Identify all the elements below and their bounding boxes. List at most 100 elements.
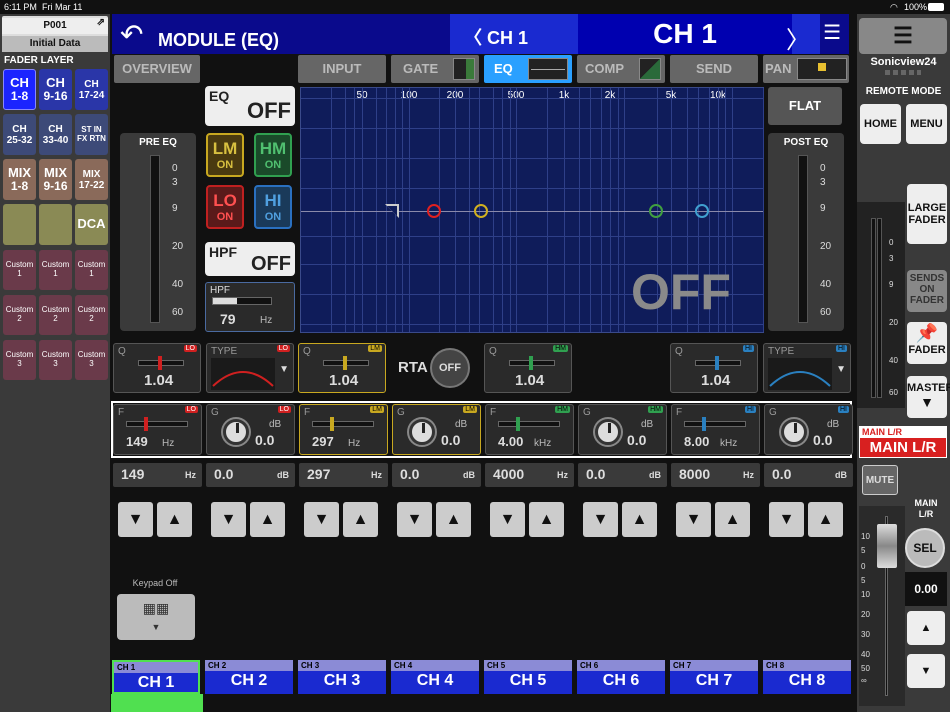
tab-gate[interactable]: GATE — [391, 55, 479, 83]
gain-knob[interactable] — [595, 419, 621, 445]
fader-layer-button[interactable]: ST IN FX RTN — [75, 114, 108, 155]
back-arrow-icon[interactable]: ↶ — [120, 18, 143, 51]
type-control[interactable]: TYPE HI ▼ — [763, 343, 851, 393]
main-fader-knob[interactable] — [877, 524, 897, 568]
sends-on-fader-button[interactable]: SENDS ON FADER — [907, 270, 947, 312]
home-button[interactable]: HOME — [860, 104, 901, 144]
fader-layer-button[interactable]: CH 25-32 — [3, 114, 36, 155]
frequency-control[interactable]: F LO 149 Hz — [113, 404, 202, 455]
channel-button[interactable]: CH 2 CH 2 — [205, 660, 293, 694]
gain-control[interactable]: G HM dB 0.0 — [578, 404, 667, 455]
fader-layer-button[interactable]: Custom 2 — [39, 295, 72, 335]
tab-overview[interactable]: OVERVIEW — [114, 55, 200, 83]
fader-layer-button[interactable]: Custom 2 — [3, 295, 36, 335]
tab-input[interactable]: INPUT — [298, 55, 386, 83]
fader-layer-button[interactable] — [39, 204, 72, 245]
external-link-icon[interactable]: ⇗ — [97, 17, 105, 28]
gain-knob[interactable] — [223, 419, 249, 445]
gain-knob[interactable] — [409, 419, 435, 445]
lm-band-point[interactable] — [474, 204, 488, 218]
q-control[interactable]: Q HI 1.04 — [670, 343, 758, 393]
hi-band-button[interactable]: HI ON — [254, 185, 292, 229]
tab-send[interactable]: SEND — [670, 55, 758, 83]
tab-eq[interactable]: EQ — [484, 55, 572, 83]
increment-button[interactable]: ▲ — [157, 502, 192, 537]
type-control[interactable]: TYPE LO ▼ — [206, 343, 294, 393]
hm-band-button[interactable]: HM ON — [254, 133, 292, 177]
level-down-button[interactable]: ▼ — [907, 654, 945, 688]
fader-layer-button[interactable] — [3, 204, 36, 245]
fader-pin-button[interactable]: 📌 FADER — [907, 322, 947, 364]
value-field[interactable]: 0.0 dB — [764, 463, 853, 487]
rta-button[interactable]: OFF — [430, 348, 470, 388]
q-control[interactable]: Q LM 1.04 — [298, 343, 386, 393]
prev-channel-button[interactable]: 〈 CH 1 — [464, 24, 528, 50]
channel-button[interactable]: CH 5 CH 5 — [484, 660, 572, 694]
fader-layer-button[interactable]: DCA — [75, 204, 108, 245]
fader-layer-button[interactable]: Custom 1 — [75, 250, 108, 290]
channel-button[interactable]: CH 8 CH 8 — [763, 660, 851, 694]
hi-band-point[interactable] — [695, 204, 709, 218]
flat-button[interactable]: FLAT — [768, 87, 842, 125]
value-field[interactable]: 297 Hz — [299, 463, 388, 487]
fader-layer-button[interactable]: MIX 1-8 — [3, 159, 36, 200]
gain-control[interactable]: G HI dB 0.0 — [764, 404, 853, 455]
hpf-slider[interactable] — [212, 297, 272, 305]
lo-band-point[interactable] — [427, 204, 441, 218]
level-up-button[interactable]: ▲ — [907, 611, 945, 645]
mute-button[interactable]: MUTE — [862, 465, 898, 495]
eq-onoff-button[interactable]: EQ OFF — [205, 86, 295, 126]
decrement-button[interactable]: ▼ — [490, 502, 525, 537]
q-control[interactable]: Q HM 1.04 — [484, 343, 572, 393]
hamburger-menu-icon[interactable]: ☰ — [823, 20, 841, 45]
decrement-button[interactable]: ▼ — [118, 502, 153, 537]
increment-button[interactable]: ▲ — [808, 502, 843, 537]
value-field[interactable]: 0.0 dB — [392, 463, 481, 487]
fader-layer-button[interactable]: Custom 1 — [3, 250, 36, 290]
master-button[interactable]: MASTER ▼ — [907, 376, 950, 418]
channel-button[interactable]: CH 7 CH 7 — [670, 660, 758, 694]
increment-button[interactable]: ▲ — [250, 502, 285, 537]
gain-knob[interactable] — [781, 419, 807, 445]
channel-button[interactable]: CH 4 CH 4 — [391, 660, 479, 694]
increment-button[interactable]: ▲ — [715, 502, 750, 537]
menu-button[interactable]: MENU — [906, 104, 947, 144]
value-field[interactable]: 4000 Hz — [485, 463, 574, 487]
channel-button[interactable]: CH 6 CH 6 — [577, 660, 665, 694]
value-field[interactable]: 149 Hz — [113, 463, 202, 487]
hm-band-point[interactable] — [649, 204, 663, 218]
keypad-button[interactable]: ▦▦ ▼ — [117, 594, 195, 640]
fader-layer-button[interactable]: Custom 3 — [39, 340, 72, 380]
main-fader-track[interactable]: 10 5 0 5 10 20 30 40 50 ∞ — [859, 506, 905, 706]
decrement-button[interactable]: ▼ — [769, 502, 804, 537]
hpf-onoff-button[interactable]: HPF OFF — [205, 242, 295, 276]
hpf-frequency-control[interactable]: HPF 79 Hz — [205, 282, 295, 332]
project-box[interactable]: P001 ⇗ Initial Data — [2, 16, 108, 52]
increment-button[interactable]: ▲ — [343, 502, 378, 537]
freq-slider[interactable] — [312, 421, 374, 427]
decrement-button[interactable]: ▼ — [211, 502, 246, 537]
value-field[interactable]: 0.0 dB — [578, 463, 667, 487]
decrement-button[interactable]: ▼ — [397, 502, 432, 537]
fader-layer-button[interactable]: Custom 3 — [3, 340, 36, 380]
decrement-button[interactable]: ▼ — [304, 502, 339, 537]
value-field[interactable]: 8000 Hz — [671, 463, 760, 487]
channel-name[interactable]: CH 1 — [578, 14, 792, 54]
frequency-control[interactable]: F LM 297 Hz — [299, 404, 388, 455]
gain-control[interactable]: G LM dB 0.0 — [392, 404, 481, 455]
increment-button[interactable]: ▲ — [622, 502, 657, 537]
sel-button[interactable]: SEL — [905, 528, 945, 568]
tab-comp[interactable]: COMP — [577, 55, 665, 83]
gain-control[interactable]: G LO dB 0.0 — [206, 404, 295, 455]
large-fader-button[interactable]: LARGE FADER — [907, 184, 947, 244]
main-menu-icon[interactable]: ☰ — [859, 18, 947, 54]
fader-layer-button[interactable]: Custom 2 — [75, 295, 108, 335]
hpf-point-icon[interactable] — [385, 204, 399, 218]
freq-slider[interactable] — [684, 421, 746, 427]
main-lr-display[interactable]: MAIN L/R MAIN L/R — [859, 426, 947, 458]
lm-band-button[interactable]: LM ON — [206, 133, 244, 177]
fader-layer-button[interactable]: Custom 3 — [75, 340, 108, 380]
freq-slider[interactable] — [498, 421, 560, 427]
eq-graph[interactable]: 501002005001k2k5k10k OFF — [300, 87, 764, 333]
decrement-button[interactable]: ▼ — [676, 502, 711, 537]
